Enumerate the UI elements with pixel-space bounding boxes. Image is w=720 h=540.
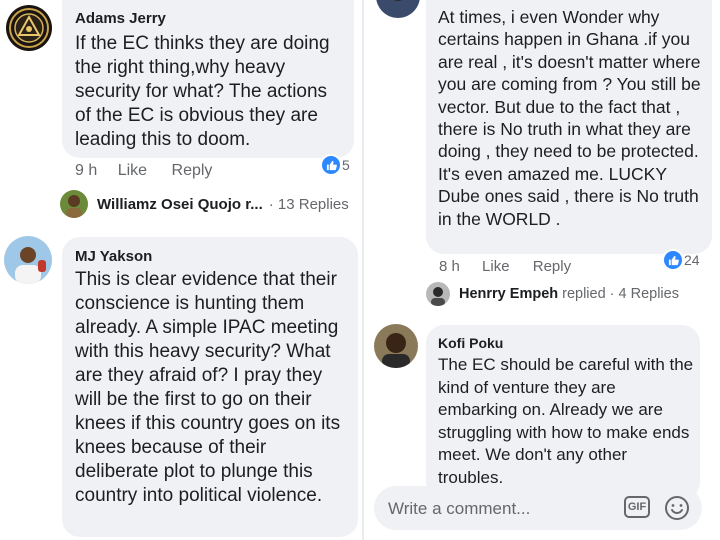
mj-yakson-avatar[interactable] — [4, 236, 52, 284]
comment-bubble-top: At times, i even Wonder why certains hap… — [426, 0, 712, 254]
comment-actions: 9 h Like Reply — [75, 162, 212, 180]
comment-text: This is clear evidence that their consci… — [75, 269, 341, 506]
smiley-icon[interactable] — [664, 495, 690, 521]
reply-author-name: Williamz Osei Quojo r... — [97, 195, 263, 213]
replies-preview[interactable]: Henrry Empeh replied · 4 Replies — [426, 282, 679, 306]
comment-text: The EC should be careful with the kind o… — [438, 355, 694, 487]
comment-timestamp: 8 h — [439, 258, 460, 275]
reply-author-avatar — [426, 282, 450, 306]
comment-actions: 8 h Like Reply — [439, 258, 571, 275]
comment-composer: GIF — [374, 486, 702, 532]
reply-link[interactable]: Reply — [533, 258, 571, 275]
reply-count: · 4 Replies — [609, 286, 679, 302]
comment-author[interactable]: Kofi Poku — [438, 335, 503, 351]
comment-author[interactable]: MJ Yakson — [75, 248, 152, 265]
comment-text: At times, i even Wonder why certains hap… — [438, 7, 701, 229]
left-screenshot-panel: Adams Jerry If the EC thinks they are do… — [0, 0, 362, 540]
thumbs-up-icon — [664, 251, 682, 269]
comment-bubble-adams-jerry: Adams Jerry If the EC thinks they are do… — [62, 0, 354, 158]
kofi-poku-avatar[interactable] — [374, 324, 418, 368]
commenter-avatar[interactable] — [376, 0, 420, 18]
comment-bubble-mj-yakson: MJ Yakson This is clear evidence that th… — [62, 237, 358, 537]
like-link[interactable]: Like — [118, 162, 147, 180]
reply-author-name: Henrry Empeh — [459, 286, 559, 302]
comment-author[interactable]: Adams Jerry — [75, 10, 166, 27]
comment-text: If the EC thinks they are doing the righ… — [75, 33, 330, 150]
like-link[interactable]: Like — [482, 258, 510, 275]
reaction-number: 24 — [684, 252, 700, 268]
gif-icon[interactable]: GIF — [624, 496, 650, 518]
replies-preview[interactable]: Williamz Osei Quojo r... · 13 Replies — [60, 190, 349, 218]
reaction-count[interactable]: 24 — [664, 251, 700, 269]
adams-jerry-avatar[interactable] — [6, 5, 52, 51]
comment-timestamp: 9 h — [75, 162, 98, 179]
reaction-number: 5 — [342, 157, 350, 173]
reaction-count[interactable]: 5 — [322, 156, 350, 174]
comment-input[interactable] — [374, 486, 620, 532]
reply-verb: replied — [562, 286, 606, 302]
comment-bubble-kofi-poku: Kofi Poku The EC should be careful with … — [426, 325, 700, 500]
right-screenshot-panel: At times, i even Wonder why certains hap… — [364, 0, 720, 540]
thumbs-up-icon — [322, 156, 340, 174]
reply-count: · 13 Replies — [268, 195, 349, 213]
reply-link[interactable]: Reply — [172, 162, 213, 180]
reply-author-avatar — [60, 190, 88, 218]
